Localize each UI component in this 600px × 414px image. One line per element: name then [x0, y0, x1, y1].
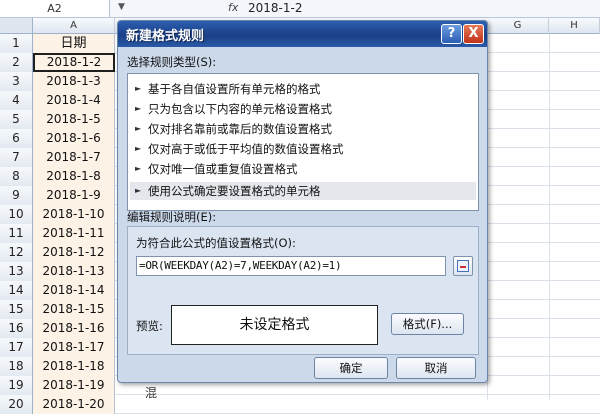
row-header[interactable]: 14: [0, 281, 33, 300]
preview-label: 预览:: [136, 319, 163, 333]
row-header[interactable]: 16: [0, 319, 33, 338]
row-header[interactable]: 17: [0, 338, 33, 357]
rule-type-option-label: 仅对排名靠前或靠后的数值设置格式: [148, 122, 332, 136]
column-header-a[interactable]: A: [33, 18, 115, 34]
triangle-right-icon: ►: [135, 104, 142, 113]
row-header[interactable]: 7: [0, 148, 33, 167]
row-header[interactable]: 9: [0, 186, 33, 205]
format-button[interactable]: 格式(F)...: [391, 313, 464, 335]
fx-icon[interactable]: fx: [228, 1, 238, 14]
cell-a[interactable]: 2018-1-19: [33, 376, 115, 395]
collapse-dialog-button[interactable]: [453, 256, 473, 276]
cell-a[interactable]: 2018-1-18: [33, 357, 115, 376]
row-header[interactable]: 13: [0, 262, 33, 281]
cell-a[interactable]: 2018-1-13: [33, 262, 115, 281]
column-header-g[interactable]: G: [487, 18, 549, 34]
rule-type-option[interactable]: ► 仅对排名靠前或靠后的数值设置格式: [130, 120, 476, 138]
row-header[interactable]: 5: [0, 110, 33, 129]
rule-type-option-label: 基于各自值设置所有单元格的格式: [148, 82, 321, 96]
cell-a[interactable]: 2018-1-14: [33, 281, 115, 300]
ok-button[interactable]: 确定: [314, 357, 388, 379]
name-box[interactable]: A2: [0, 0, 110, 17]
triangle-right-icon: ►: [135, 186, 142, 195]
close-button[interactable]: X: [463, 24, 484, 44]
cell-a[interactable]: 2018-1-12: [33, 243, 115, 262]
table-row: 20 2018-1-20: [0, 395, 600, 414]
rule-type-label: 选择规则类型(S):: [127, 55, 217, 69]
range-select-icon: [457, 260, 469, 272]
row-header[interactable]: 8: [0, 167, 33, 186]
formula-input[interactable]: =OR(WEEKDAY(A2)=7,WEEKDAY(A2)=1): [136, 256, 446, 276]
rule-type-option-label: 仅对高于或低于平均值的数值设置格式: [148, 142, 344, 156]
cell-a[interactable]: 2018-1-7: [33, 148, 115, 167]
cell-a[interactable]: 2018-1-15: [33, 300, 115, 319]
cell-a[interactable]: 2018-1-2: [33, 53, 115, 72]
cell-a[interactable]: 2018-1-9: [33, 186, 115, 205]
rule-type-option[interactable]: ► 基于各自值设置所有单元格的格式: [130, 80, 476, 98]
row-header[interactable]: 6: [0, 129, 33, 148]
cell-a[interactable]: 2018-1-3: [33, 72, 115, 91]
dialog-title-bar[interactable]: 新建格式规则 ? X: [118, 21, 487, 47]
triangle-right-icon: ►: [135, 84, 142, 93]
cell-a[interactable]: 2018-1-6: [33, 129, 115, 148]
triangle-right-icon: ►: [135, 124, 142, 133]
select-all-corner[interactable]: [0, 18, 33, 34]
cell-a[interactable]: 2018-1-11: [33, 224, 115, 243]
row-header[interactable]: 12: [0, 243, 33, 262]
formula-bar: A2 ▼ fx 2018-1-2: [0, 0, 600, 18]
new-format-rule-dialog: 新建格式规则 ? X 选择规则类型(S): ► 基于各自值设置所有单元格的格式 …: [117, 20, 488, 383]
triangle-right-icon: ►: [135, 164, 142, 173]
rule-type-option-label: 仅对唯一值或重复值设置格式: [148, 162, 298, 176]
row-header[interactable]: 1: [0, 34, 33, 53]
chevron-down-icon[interactable]: ▼: [118, 2, 125, 12]
row-header[interactable]: 20: [0, 395, 33, 414]
column-header-h[interactable]: H: [549, 18, 600, 34]
edit-rule-label: 编辑规则说明(E):: [127, 210, 217, 224]
edit-rule-panel: 为符合此公式的值设置格式(O): =OR(WEEKDAY(A2)=7,WEEKD…: [127, 226, 479, 355]
row-header[interactable]: 11: [0, 224, 33, 243]
help-button[interactable]: ?: [441, 24, 462, 44]
cell-a[interactable]: 2018-1-4: [33, 91, 115, 110]
rule-type-option-label: 使用公式确定要设置格式的单元格: [148, 184, 321, 198]
cell-a[interactable]: 2018-1-16: [33, 319, 115, 338]
row-header[interactable]: 2: [0, 53, 33, 72]
formula-label: 为符合此公式的值设置格式(O):: [136, 236, 296, 250]
cell-a[interactable]: 2018-1-17: [33, 338, 115, 357]
row-header[interactable]: 18: [0, 357, 33, 376]
row-header[interactable]: 19: [0, 376, 33, 395]
cell-a1[interactable]: 日期: [33, 34, 115, 53]
row-header[interactable]: 10: [0, 205, 33, 224]
formula-bar-input[interactable]: 2018-1-2: [248, 1, 302, 15]
row-header[interactable]: 15: [0, 300, 33, 319]
row-header[interactable]: 3: [0, 72, 33, 91]
cell-a[interactable]: 2018-1-10: [33, 205, 115, 224]
dialog-title: 新建格式规则: [126, 29, 205, 44]
format-preview: 未设定格式: [171, 305, 378, 345]
rule-type-option[interactable]: ► 仅对唯一值或重复值设置格式: [130, 160, 476, 178]
rule-type-option-label: 只为包含以下内容的单元格设置格式: [148, 102, 332, 116]
rule-type-option[interactable]: ► 仅对高于或低于平均值的数值设置格式: [130, 140, 476, 158]
rule-type-option[interactable]: ► 只为包含以下内容的单元格设置格式: [130, 100, 476, 118]
cell-text-fragment: 混: [145, 386, 158, 400]
row-header[interactable]: 4: [0, 91, 33, 110]
cell-a[interactable]: 2018-1-5: [33, 110, 115, 129]
cancel-button[interactable]: 取消: [396, 357, 476, 379]
triangle-right-icon: ►: [135, 144, 142, 153]
rule-type-list: ► 基于各自值设置所有单元格的格式 ► 只为包含以下内容的单元格设置格式 ► 仅…: [127, 73, 479, 211]
rule-type-option-selected[interactable]: ► 使用公式确定要设置格式的单元格: [130, 182, 476, 200]
cell-a[interactable]: 2018-1-8: [33, 167, 115, 186]
cell-a[interactable]: 2018-1-20: [33, 395, 115, 414]
